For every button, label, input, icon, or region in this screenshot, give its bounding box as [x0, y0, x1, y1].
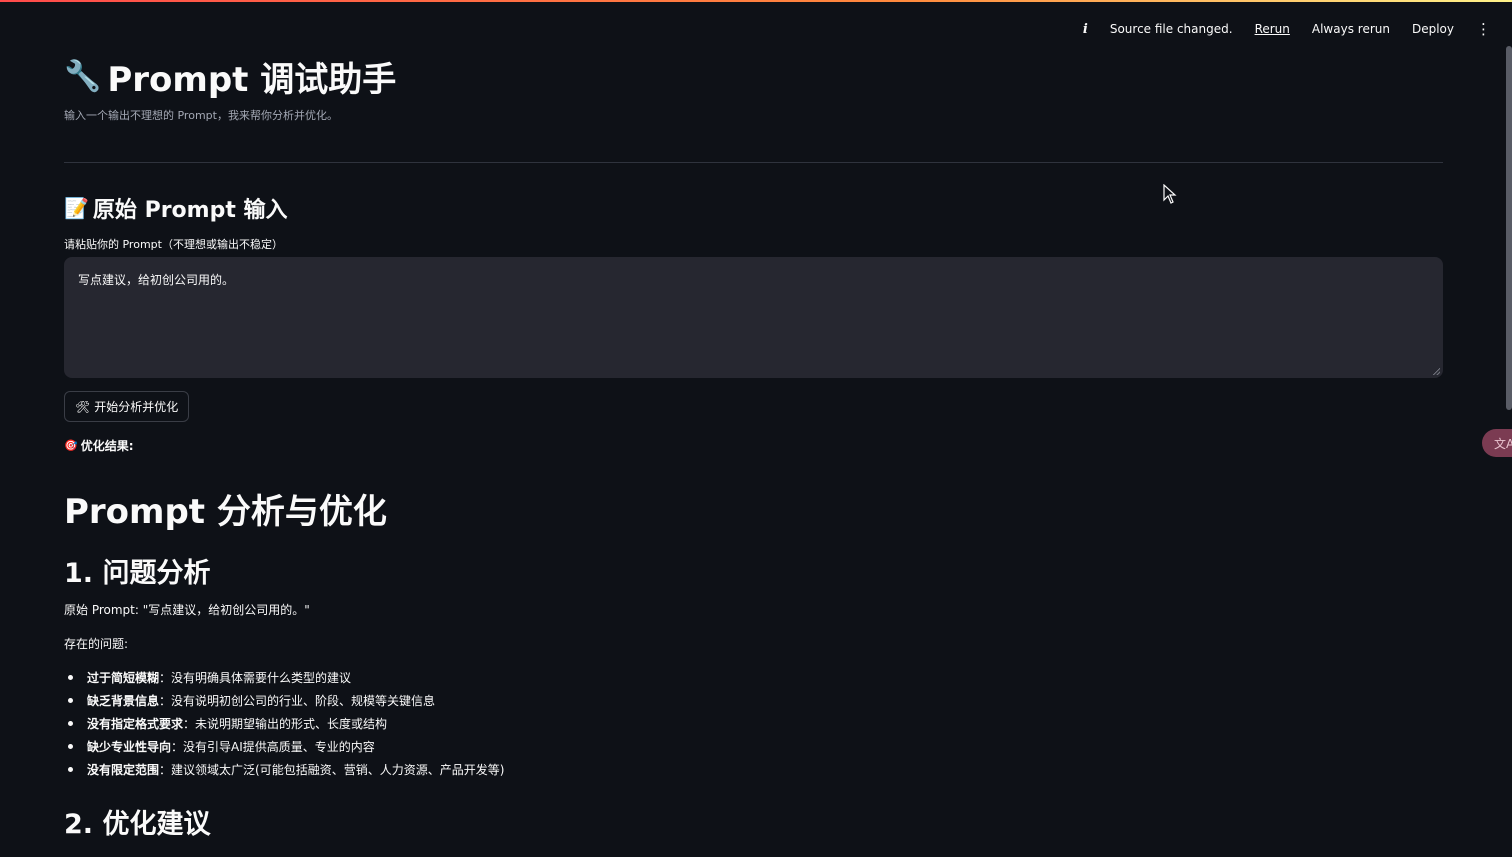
prompt-textarea-value: 写点建议，给初创公司用的。	[78, 273, 235, 287]
issue-term: 缺乏背景信息	[87, 694, 160, 708]
rerun-button[interactable]: Rerun	[1255, 22, 1290, 36]
original-prompt-line: 原始 Prompt: "写点建议，给初创公司用的。"	[64, 603, 310, 617]
bullet	[68, 721, 73, 726]
wrench-icon: 🔧	[64, 59, 102, 94]
list-item: 缺乏背景信息 ：没有说明初创公司的行业、阶段、规模等关键信息	[64, 689, 504, 712]
issue-desc: ：建议领域太广泛(可能包括融资、营销、人力资源、产品开发等)	[159, 763, 505, 777]
deploy-button[interactable]: Deploy	[1412, 22, 1454, 36]
translate-icon[interactable]: 文A	[1482, 429, 1512, 457]
analyze-optimize-label: 开始分析并优化	[94, 400, 179, 414]
issue-term: 没有限定范围	[87, 763, 160, 777]
divider	[64, 162, 1443, 163]
target-icon: 🎯	[64, 439, 78, 452]
issue-desc: ：未说明期望输出的形式、长度或结构	[183, 717, 388, 731]
status-text: Source file changed.	[1109, 22, 1233, 36]
issue-term: 没有指定格式要求	[87, 717, 184, 731]
page-subtitle: 输入一个输出不理想的 Prompt，我来帮你分析并优化。	[64, 109, 338, 122]
result-heading: Prompt 分析与优化	[64, 492, 387, 532]
problem-analysis-heading: 1. 问题分析	[64, 558, 211, 589]
optimization-heading: 2. 优化建议	[64, 809, 211, 840]
bullet	[68, 698, 73, 703]
list-item: 没有限定范围 ：建议领域太广泛(可能包括融资、营销、人力资源、产品开发等)	[64, 758, 504, 781]
issues-intro: 存在的问题:	[64, 637, 129, 651]
prompt-textarea[interactable]: 写点建议，给初创公司用的。	[64, 257, 1443, 378]
page-title-text: Prompt 调试助手	[107, 60, 397, 100]
result-label: 🎯 优化结果:	[64, 437, 134, 454]
analyze-optimize-button[interactable]: 🛠 开始分析并优化	[64, 391, 190, 422]
list-item: 没有指定格式要求 ：未说明期望输出的形式、长度或结构	[64, 712, 504, 735]
issue-desc: ：没有明确具体需要什么类型的建议	[159, 671, 352, 685]
app-toolbar: i Source file changed. Rerun Always reru…	[1083, 18, 1491, 40]
prompt-field-label: 请粘贴你的 Prompt（不理想或输出不稳定）	[64, 238, 283, 251]
mouse-cursor-icon	[1163, 184, 1177, 204]
issue-desc: ：没有引导AI提供高质量、专业的内容	[171, 740, 375, 754]
bullet	[68, 744, 73, 749]
info-icon[interactable]: i	[1083, 22, 1088, 37]
bullet	[68, 675, 73, 680]
bullet	[68, 767, 73, 772]
resize-handle-icon[interactable]	[1433, 368, 1440, 375]
issue-term: 缺少专业性导向	[87, 740, 172, 754]
list-item: 缺少专业性导向 ：没有引导AI提供高质量、专业的内容	[64, 735, 504, 758]
hammer-wrench-icon: 🛠	[75, 399, 91, 414]
issue-desc: ：没有说明初创公司的行业、阶段、规模等关键信息	[159, 694, 436, 708]
page-title: 🔧 Prompt 调试助手	[64, 52, 396, 101]
issues-list: 过于简短模糊 ：没有明确具体需要什么类型的建议 缺乏背景信息 ：没有说明初创公司的行…	[64, 666, 504, 781]
always-rerun-button[interactable]: Always rerun	[1312, 22, 1390, 36]
issue-term: 过于简短模糊	[87, 671, 160, 685]
more-menu-icon[interactable]: ⋮	[1476, 21, 1491, 37]
result-label-text: 优化结果:	[80, 439, 134, 453]
top-decoration-bar	[0, 0, 1512, 2]
input-section-heading: 📝 原始 Prompt 输入	[64, 192, 288, 224]
scrollbar[interactable]	[1506, 46, 1512, 410]
memo-icon: 📝	[64, 196, 89, 220]
input-section-heading-text: 原始 Prompt 输入	[92, 198, 288, 223]
list-item: 过于简短模糊 ：没有明确具体需要什么类型的建议	[64, 666, 504, 689]
rerun-label: Rerun	[1254, 22, 1290, 36]
